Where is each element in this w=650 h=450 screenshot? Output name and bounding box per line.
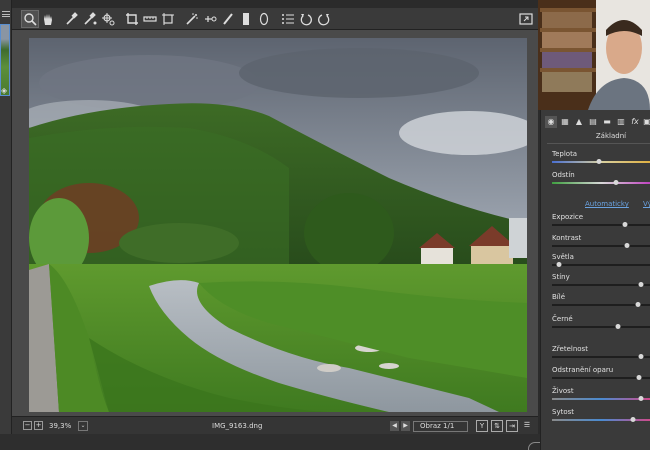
fullscreen-icon[interactable] — [517, 10, 535, 28]
adjustments-panel: ◉ ▦ ▲ ▤ ▬ ▥ fx ▣ Základní Automaticky Vý… — [540, 110, 650, 450]
slider-label: Živost — [552, 387, 574, 395]
slider-thumb[interactable] — [635, 302, 641, 307]
image-canvas — [12, 30, 538, 416]
slider-label: Odstín — [552, 171, 575, 179]
panel-title: Základní — [595, 132, 627, 140]
preview-settings-icon[interactable]: ☰ — [521, 420, 533, 432]
slider-thumb[interactable] — [596, 159, 602, 164]
zoom-in-button[interactable]: + — [34, 421, 43, 430]
slider-track[interactable] — [552, 326, 650, 328]
slider-track[interactable] — [552, 356, 650, 358]
slider-track[interactable] — [552, 398, 650, 400]
default-button[interactable]: Vý — [643, 200, 650, 208]
slider-thumb[interactable] — [613, 180, 619, 185]
rotate-left-icon[interactable] — [297, 10, 315, 28]
zoom-dropdown-icon[interactable]: ⌄ — [78, 421, 88, 431]
color-sampler-tool-icon[interactable] — [81, 10, 99, 28]
photo-preview[interactable] — [29, 38, 527, 412]
slider-label: Sytost — [552, 408, 575, 416]
straighten-tool-icon[interactable] — [141, 10, 159, 28]
zoom-out-button[interactable]: − — [23, 421, 32, 430]
tab-lens-icon[interactable]: ▥ — [615, 116, 627, 128]
status-bar: − + 39,3% ⌄ IMG_9163.dng ◀ ▶ Obraz 1/1 Y… — [12, 416, 538, 434]
auto-button[interactable]: Automaticky — [585, 200, 629, 208]
slider-track[interactable] — [552, 245, 650, 247]
radial-filter-icon[interactable] — [255, 10, 273, 28]
slider-track[interactable] — [552, 284, 650, 286]
webcam-overlay — [538, 0, 650, 110]
slider-label: Zřetelnost — [552, 345, 588, 353]
slider-thumb[interactable] — [638, 396, 644, 401]
tab-tone-curve-icon[interactable]: ▦ — [559, 116, 571, 128]
slider-track[interactable] — [552, 182, 650, 184]
targeted-adjustment-tool-icon[interactable] — [99, 10, 117, 28]
panel-tabs: ◉ ▦ ▲ ▤ ▬ ▥ fx ▣ — [541, 114, 650, 130]
filename-label: IMG_9163.dng — [212, 422, 263, 430]
slider-thumb[interactable] — [615, 324, 621, 329]
swap-settings-icon[interactable]: ⇅ — [491, 420, 503, 432]
tab-split-toning-icon[interactable]: ▬ — [601, 116, 613, 128]
slider-track[interactable] — [552, 224, 650, 226]
tab-hsl-icon[interactable]: ▤ — [587, 116, 599, 128]
before-after-y-icon[interactable]: Y — [476, 420, 488, 432]
slider-track[interactable] — [552, 377, 650, 379]
slider-thumb[interactable] — [638, 282, 644, 287]
slider-thumb[interactable] — [556, 262, 562, 267]
slider-thumb[interactable] — [630, 417, 636, 422]
slider-label: Světla — [552, 253, 574, 261]
tab-basic-icon[interactable]: ◉ — [545, 116, 557, 128]
slider-label: Bílé — [552, 293, 565, 301]
crop-tool-icon[interactable] — [123, 10, 141, 28]
slider-label: Teplota — [552, 150, 578, 158]
slider-label: Černé — [552, 315, 573, 323]
copy-settings-icon[interactable]: ⇥ — [506, 420, 518, 432]
tab-detail-icon[interactable]: ▲ — [573, 116, 585, 128]
toolbar — [12, 8, 538, 30]
slider-thumb[interactable] — [636, 375, 642, 380]
zoom-tool-icon[interactable] — [21, 10, 39, 28]
transform-tool-icon[interactable] — [159, 10, 177, 28]
slider-thumb[interactable] — [624, 243, 630, 248]
filmstrip-badge-icon: ◈ — [1, 86, 8, 95]
slider-label: Expozice — [552, 213, 584, 221]
next-image-button[interactable]: ▶ — [401, 421, 410, 431]
spot-removal-tool-icon[interactable] — [183, 10, 201, 28]
graduated-filter-icon[interactable] — [237, 10, 255, 28]
filmstrip-panel: ◈ — [0, 0, 12, 450]
rotate-right-icon[interactable] — [315, 10, 333, 28]
zoom-level: 39,3% — [49, 422, 72, 430]
slider-thumb[interactable] — [638, 354, 644, 359]
tab-effects-icon[interactable]: fx — [629, 116, 641, 128]
white-balance-tool-icon[interactable] — [63, 10, 81, 28]
adjustment-brush-icon[interactable] — [219, 10, 237, 28]
panel-divider — [547, 143, 650, 144]
slider-label: Odstranění oparu — [552, 366, 614, 374]
image-counter: Obraz 1/1 — [413, 421, 468, 432]
slider-label: Stíny — [552, 273, 570, 281]
filmstrip-menu-icon[interactable] — [2, 11, 10, 17]
red-eye-tool-icon[interactable] — [201, 10, 219, 28]
slider-track[interactable] — [552, 264, 650, 266]
slider-thumb[interactable] — [622, 222, 628, 227]
hand-tool-icon[interactable] — [39, 10, 57, 28]
tab-calibration-icon[interactable]: ▣ — [641, 116, 650, 128]
list-icon[interactable] — [279, 10, 297, 28]
slider-label: Kontrast — [552, 234, 582, 242]
previous-image-button[interactable]: ◀ — [390, 421, 399, 431]
